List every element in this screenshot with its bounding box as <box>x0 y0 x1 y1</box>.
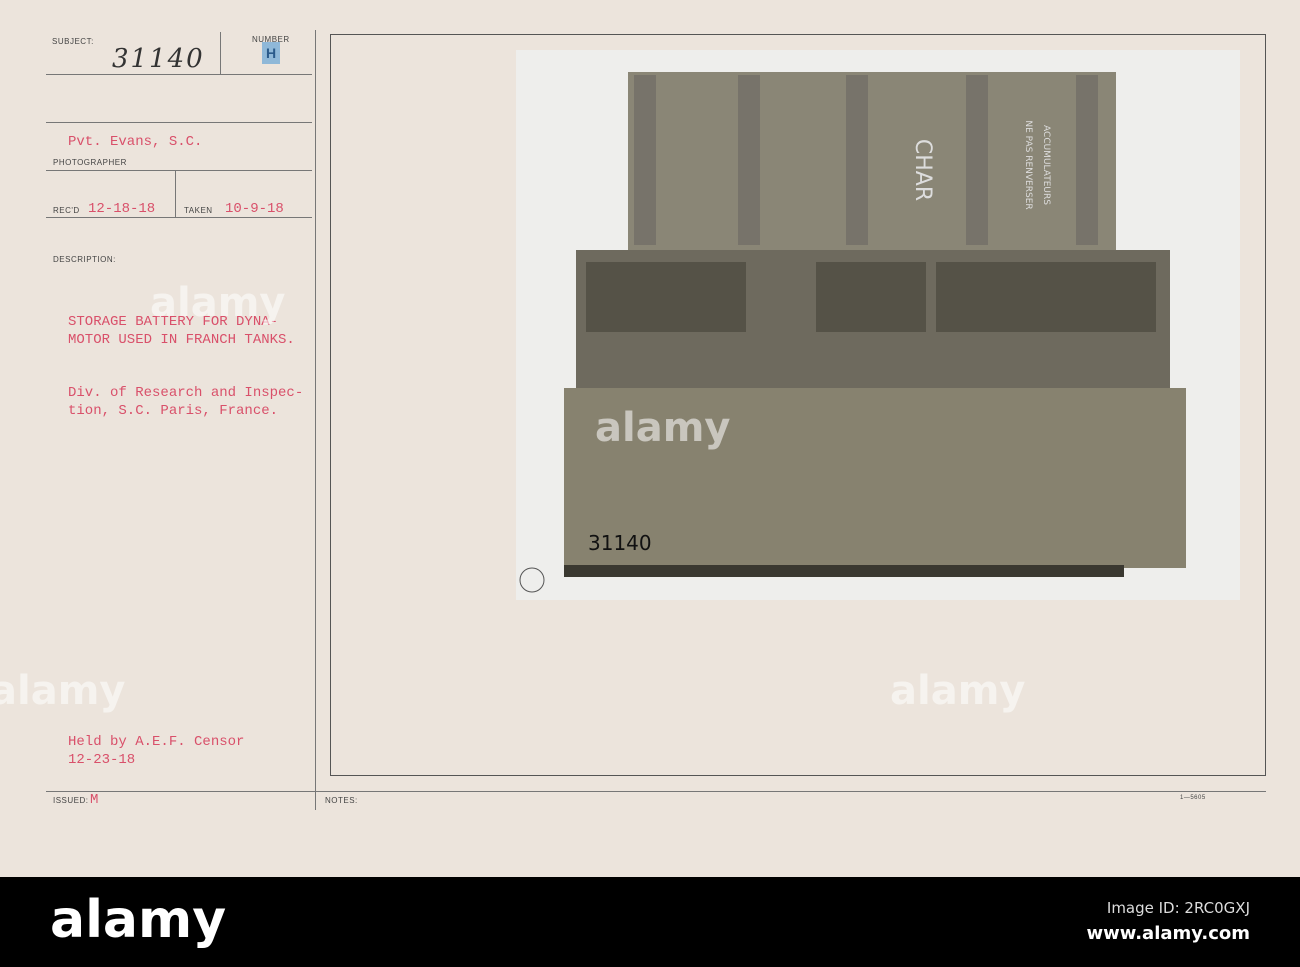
issued-value: M <box>90 792 99 808</box>
photograph: 31140 CHAR NE PAS RENVERSER ACCUMULATEUR… <box>516 50 1240 600</box>
alamy-logo: alamy <box>50 890 227 950</box>
issued-label: ISSUED: <box>53 796 89 805</box>
notes-label: NOTES: <box>325 796 358 805</box>
watermark: alamy <box>890 668 1026 714</box>
site-url[interactable]: www.alamy.com <box>1086 923 1250 944</box>
number-stamp: H <box>262 42 280 64</box>
description-line: MOTOR USED IN FRANCH TANKS. <box>68 332 295 348</box>
watermark: alamy <box>0 668 126 714</box>
recd-label: REC'D <box>53 206 80 215</box>
divider <box>220 32 221 74</box>
lid-text: CHAR <box>910 139 935 201</box>
signal-corps-stamp <box>519 567 545 593</box>
archive-card: SUBJECT: 31140 NUMBER H Pvt. Evans, S.C.… <box>0 0 1300 877</box>
photographer-label: PHOTOGRAPHER <box>53 158 127 167</box>
image-id: Image ID: 2RC0GXJ <box>1106 899 1250 917</box>
subject-label: SUBJECT: <box>52 37 94 46</box>
divider <box>175 171 176 217</box>
recd-date: 12-18-18 <box>88 201 156 217</box>
lid-text: NE PAS RENVERSER <box>1023 120 1033 209</box>
taken-date: 10-9-18 <box>225 201 284 217</box>
subject-number: 31140 <box>112 44 205 74</box>
censor-line: Held by A.E.F. Censor <box>68 734 245 750</box>
censor-line: 12-23-18 <box>68 752 136 768</box>
division-line: tion, S.C. Paris, France. <box>68 403 279 419</box>
watermark: alamy <box>595 405 731 451</box>
divider <box>46 122 312 123</box>
form-number: 1—5605 <box>1180 795 1206 801</box>
battery-crate-image: 31140 CHAR NE PAS RENVERSER ACCUMULATEUR… <box>519 72 1186 593</box>
divider <box>46 170 312 171</box>
description-label: DESCRIPTION: <box>53 255 116 264</box>
lid-text: ACCUMULATEURS <box>1041 125 1051 205</box>
divider <box>46 791 1266 792</box>
crate-number: 31140 <box>588 531 652 555</box>
division-line: Div. of Research and Inspec- <box>68 385 304 401</box>
photographer-name: Pvt. Evans, S.C. <box>68 134 203 150</box>
divider <box>46 217 312 218</box>
divider <box>315 30 316 810</box>
watermark: alamy <box>150 280 286 326</box>
taken-label: TAKEN <box>184 206 213 215</box>
divider <box>46 74 312 75</box>
